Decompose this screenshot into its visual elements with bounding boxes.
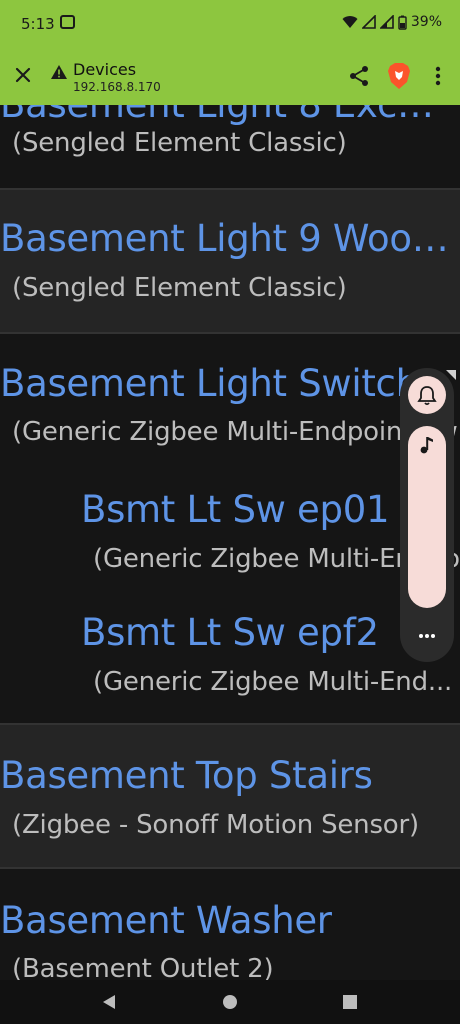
battery-icon xyxy=(398,15,407,30)
child-device-name-link[interactable]: Bsmt Lt Sw ep01 xyxy=(81,488,390,531)
list-item[interactable]: Basement Light Switch (Generic Zigbee Mu… xyxy=(0,334,460,723)
volume-slider[interactable] xyxy=(408,426,446,608)
list-item[interactable]: Basement Top Stairs (Zigbee - Sonoff Mot… xyxy=(0,725,460,867)
system-nav-bar xyxy=(0,980,460,1024)
status-bar: 5:13 39% xyxy=(0,0,460,48)
list-item[interactable]: Basement Light 9 Wood... (Sengled Elemen… xyxy=(0,190,460,332)
device-name-link[interactable]: Basement Light 8 Excel... xyxy=(0,105,455,126)
share-icon[interactable] xyxy=(347,64,371,88)
recents-icon[interactable] xyxy=(340,992,360,1012)
child-device-driver: (Generic Zigbee Multi-End... xyxy=(93,667,453,697)
music-note-icon xyxy=(420,437,433,454)
bell-button[interactable] xyxy=(408,376,446,414)
status-time: 5:13 xyxy=(21,15,55,33)
list-item[interactable]: Basement Washer (Basement Outlet 2) xyxy=(0,869,460,980)
home-icon[interactable] xyxy=(220,992,240,1012)
system-icons: 39% xyxy=(342,14,442,30)
page-title[interactable]: Devices xyxy=(73,60,136,79)
device-driver: (Sengled Element Classic) xyxy=(12,128,347,158)
device-driver: (Zigbee - Sonoff Motion Sensor) xyxy=(12,810,419,840)
close-icon[interactable] xyxy=(10,62,36,88)
device-driver: (Generic Zigbee Multi-Endpoint Switch) xyxy=(12,417,460,447)
signal-icon xyxy=(361,15,376,29)
device-name-link[interactable]: Basement Top Stairs xyxy=(0,754,373,797)
signal-icon xyxy=(379,15,394,29)
list-item[interactable]: Basement Light 8 Excel... (Sengled Eleme… xyxy=(0,105,460,188)
floating-media-panel[interactable] xyxy=(400,368,454,662)
device-name-link[interactable]: Basement Light Switch xyxy=(0,362,419,405)
battery-level: 39% xyxy=(410,14,442,30)
device-name-link[interactable]: Basement Washer xyxy=(0,899,332,942)
brave-icon[interactable] xyxy=(386,62,412,90)
device-driver: (Sengled Element Classic) xyxy=(12,273,347,303)
bell-icon xyxy=(417,386,437,406)
more-vert-icon[interactable] xyxy=(428,64,448,88)
device-name-link[interactable]: Basement Light 9 Wood... xyxy=(0,217,458,260)
device-driver: (Basement Outlet 2) xyxy=(12,954,274,980)
back-icon[interactable] xyxy=(99,992,119,1012)
device-list: Basement Light 8 Excel... (Sengled Eleme… xyxy=(0,105,460,980)
browser-toolbar: Devices 192.168.8.170 xyxy=(0,48,460,105)
more-horiz-icon[interactable] xyxy=(408,620,446,652)
page-url[interactable]: 192.168.8.170 xyxy=(73,80,161,94)
camera-notification-icon xyxy=(60,15,75,29)
warning-icon[interactable] xyxy=(50,64,68,80)
child-device-name-link[interactable]: Bsmt Lt Sw epf2 xyxy=(81,611,379,654)
wifi-icon xyxy=(342,16,358,28)
